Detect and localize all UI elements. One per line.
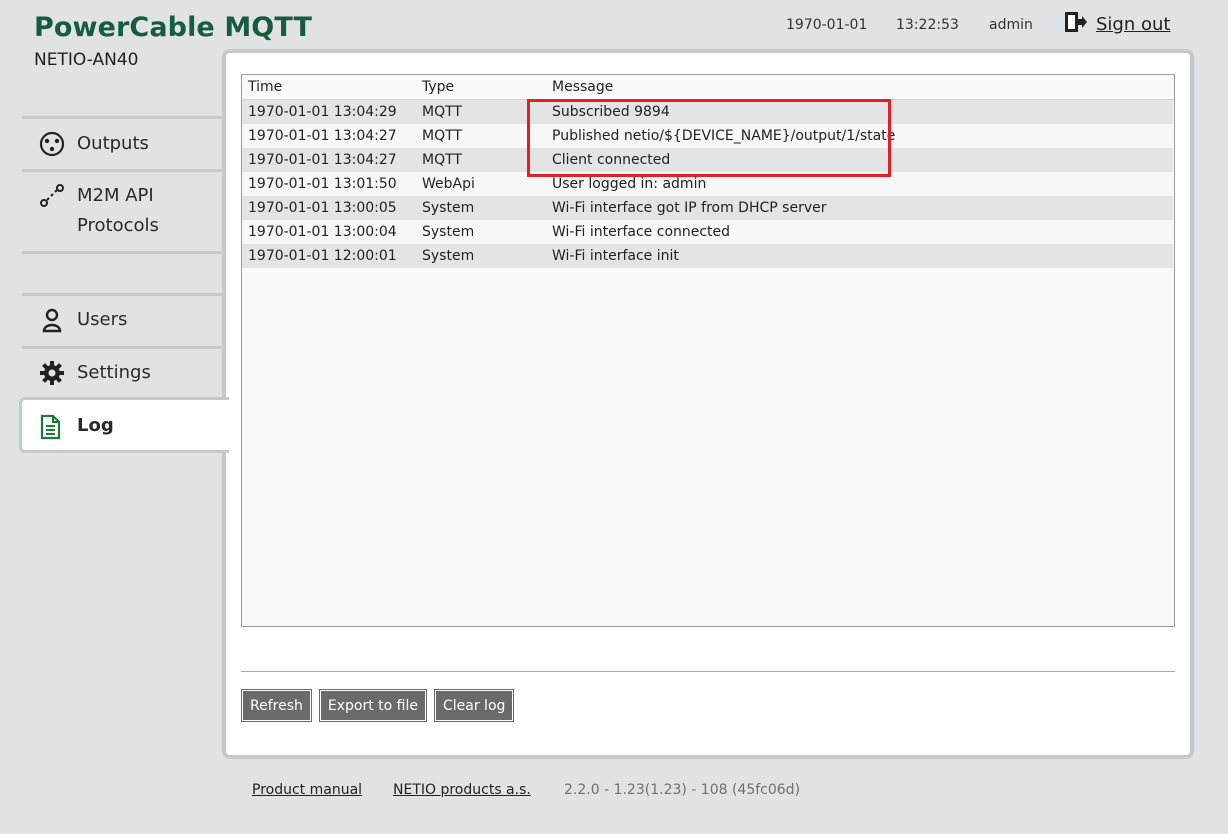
button-divider bbox=[241, 671, 1175, 672]
column-header-message[interactable]: Message bbox=[552, 75, 613, 99]
header-time: 13:22:53 bbox=[896, 17, 959, 33]
column-header-type[interactable]: Type bbox=[422, 75, 454, 99]
nav-item-m2m-api-protocols[interactable]: M2M API Protocols bbox=[22, 172, 225, 251]
app-title: PowerCable MQTT bbox=[34, 12, 313, 43]
nav-label-m2m-api: M2M API bbox=[77, 185, 154, 206]
row-message: Wi-Fi interface connected bbox=[552, 224, 731, 240]
header-date: 1970-01-01 bbox=[786, 17, 868, 33]
m2m-protocols-icon bbox=[39, 183, 65, 209]
nav-label-settings: Settings bbox=[77, 362, 151, 383]
row-time: 1970-01-01 13:04:27 bbox=[248, 128, 397, 144]
row-type: System bbox=[422, 200, 475, 216]
user-icon bbox=[39, 307, 65, 333]
nav-label-users: Users bbox=[77, 309, 128, 330]
nav-item-log[interactable]: Log bbox=[19, 397, 229, 453]
company-link[interactable]: NETIO products a.s. bbox=[393, 782, 531, 798]
nav-item-users[interactable]: Users bbox=[22, 296, 225, 346]
device-model: NETIO-AN40 bbox=[34, 50, 139, 70]
row-time: 1970-01-01 13:04:29 bbox=[248, 104, 397, 120]
sign-out-button[interactable]: Sign out bbox=[1064, 11, 1170, 37]
table-row[interactable]: 1970-01-01 12:00:01 System Wi-Fi interfa… bbox=[242, 244, 1173, 268]
nav-divider bbox=[22, 251, 225, 254]
outputs-socket-icon bbox=[39, 131, 65, 157]
nav-item-outputs[interactable]: Outputs bbox=[22, 119, 225, 169]
log-table-header: Time Type Message bbox=[242, 75, 1174, 100]
nav-label-outputs: Outputs bbox=[77, 133, 149, 154]
nav-item-settings[interactable]: Settings bbox=[22, 349, 225, 397]
gear-icon bbox=[39, 360, 65, 386]
row-time: 1970-01-01 12:00:01 bbox=[248, 248, 397, 264]
header-username: admin bbox=[989, 17, 1033, 33]
column-header-time[interactable]: Time bbox=[248, 75, 282, 99]
table-row[interactable]: 1970-01-01 13:00:05 System Wi-Fi interfa… bbox=[242, 196, 1173, 220]
nav-label-protocols: Protocols bbox=[77, 215, 159, 236]
log-actions: Refresh Export to file Clear log bbox=[241, 689, 515, 722]
firmware-version: 2.2.0 - 1.23(1.23) - 108 (45fc06d) bbox=[564, 782, 801, 798]
row-time: 1970-01-01 13:00:05 bbox=[248, 200, 397, 216]
row-message: Wi-Fi interface got IP from DHCP server bbox=[552, 200, 827, 216]
row-type: MQTT bbox=[422, 152, 462, 168]
row-type: WebApi bbox=[422, 176, 475, 192]
document-icon bbox=[37, 414, 63, 440]
export-to-file-button[interactable]: Export to file bbox=[318, 689, 427, 722]
row-type: System bbox=[422, 248, 475, 264]
row-time: 1970-01-01 13:00:04 bbox=[248, 224, 397, 240]
row-type: MQTT bbox=[422, 104, 462, 120]
clear-log-button[interactable]: Clear log bbox=[433, 689, 515, 722]
table-row[interactable]: 1970-01-01 13:00:04 System Wi-Fi interfa… bbox=[242, 220, 1173, 244]
row-type: System bbox=[422, 224, 475, 240]
highlight-annotation bbox=[527, 99, 891, 177]
product-manual-link[interactable]: Product manual bbox=[252, 782, 362, 798]
row-message: Wi-Fi interface init bbox=[552, 248, 679, 264]
refresh-button[interactable]: Refresh bbox=[241, 689, 312, 722]
row-time: 1970-01-01 13:04:27 bbox=[248, 152, 397, 168]
nav-label-log: Log bbox=[77, 415, 114, 436]
sign-out-label: Sign out bbox=[1096, 13, 1171, 35]
row-type: MQTT bbox=[422, 128, 462, 144]
row-time: 1970-01-01 13:01:50 bbox=[248, 176, 397, 192]
sign-out-icon bbox=[1064, 11, 1088, 37]
